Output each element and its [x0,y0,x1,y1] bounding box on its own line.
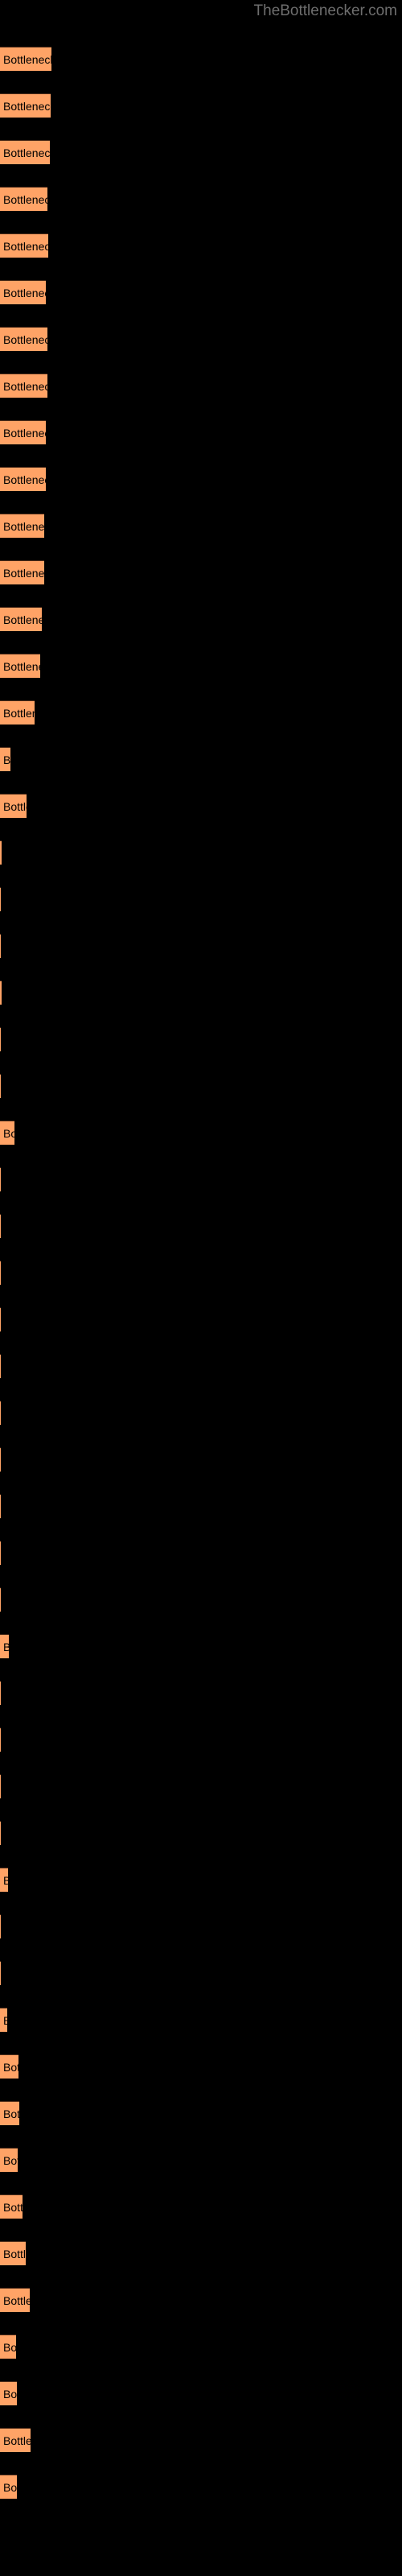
bar[interactable]: Bottleneck result 11 [0,514,44,538]
bar-label: Bottleneck result 35 [3,1635,9,1658]
bar[interactable]: Bottleneck result 9 [0,420,46,444]
bar[interactable]: Bottleneck result 34 [0,1587,1,1612]
bar[interactable]: Bottleneck result 24 [0,1121,14,1145]
bar-label: Bottleneck result 48 [3,2248,26,2260]
bar-label: Bottleneck result 6 [3,287,46,299]
bar[interactable]: Bottleneck result 29 [0,1354,1,1378]
bar[interactable]: Bottleneck result 43 [0,2008,7,2032]
bar[interactable]: Bottleneck result 22 [0,1027,1,1051]
bar[interactable]: Bottleneck result 30 [0,1401,1,1425]
bar[interactable]: Bottleneck result 7 [0,327,47,351]
bar[interactable]: Bottleneck result 3 [0,140,50,164]
bar-label: Bottleneck result 11 [3,520,44,533]
bar-label: Bottleneck result 13 [3,613,42,626]
bar-label: Bottleneck result 44 [3,2061,18,2074]
bar[interactable]: Bottleneck result 21 [0,980,2,1005]
bar[interactable]: Bottleneck result 40 [0,1868,8,1892]
bar[interactable]: Bottleneck result 47 [0,2194,23,2219]
bar[interactable]: Bottleneck result 49 [0,2288,30,2312]
bar[interactable]: Bottleneck result 8 [0,374,47,398]
bar[interactable]: Bottleneck result 1 [0,47,51,71]
bar[interactable]: Bottleneck result 37 [0,1728,1,1752]
bar-label: Bottleneck result 7 [3,333,47,346]
bar-label: Bottleneck result 43 [3,2008,7,2032]
bar-label: Bottleneck result 12 [3,567,44,580]
bar[interactable]: Bottleneck result 17 [0,794,27,818]
bar[interactable]: Bottleneck result 52 [0,2428,31,2452]
bar[interactable]: Bottleneck result 39 [0,1821,1,1845]
bar[interactable]: Bottleneck result 32 [0,1494,1,1518]
bar[interactable]: Bottleneck result 28 [0,1307,1,1331]
bar[interactable]: Bottleneck result 46 [0,2148,18,2172]
bar-label: Bottleneck result 3 [3,147,50,159]
bar[interactable]: Bottleneck result 50 [0,2334,16,2359]
bar-label: Bottleneck result 50 [3,2341,16,2354]
bar[interactable]: Bottleneck result 38 [0,1774,1,1798]
bar[interactable]: Bottleneck result 42 [0,1961,1,1985]
bar-label: Bottleneck result 47 [3,2201,23,2214]
bar[interactable]: Bottleneck result 5 [0,233,48,258]
bar[interactable]: Bottleneck result 19 [0,887,1,911]
bar[interactable]: Bottleneck result 35 [0,1634,9,1658]
bar[interactable]: Bottleneck result 27 [0,1261,1,1285]
bar[interactable]: Bottleneck result 2 [0,93,51,118]
bar-label: Bottleneck result 53 [3,2481,17,2494]
bar[interactable]: Bottleneck result 12 [0,560,44,584]
bar[interactable]: Bottleneck result 33 [0,1541,1,1565]
bar[interactable]: Bottleneck result 25 [0,1167,1,1191]
bar[interactable]: Bottleneck result 23 [0,1074,1,1098]
bar-label: Bottleneck result 14 [3,660,40,673]
bar-label: Bottleneck result 16 [3,753,10,766]
bar-label: Bottleneck result 2 [3,100,51,113]
bar-label: Bottleneck result 46 [3,2154,18,2167]
bar[interactable]: Bottleneck result 51 [0,2381,17,2405]
bar[interactable]: Bottleneck result 6 [0,280,46,304]
bar-label: Bottleneck result 24 [3,1127,14,1140]
bar-label: Bottleneck result 8 [3,380,47,393]
bar[interactable]: Bottleneck result 48 [0,2241,26,2265]
bar-label: Bottleneck result 9 [3,427,46,440]
chart-plot-area: Bottleneck result 1 Bottleneck result 2 Bo… [0,0,402,2576]
bar-label: Bottleneck result 51 [3,2388,17,2401]
bar-label: Bottleneck result 17 [3,800,27,813]
bar[interactable]: Bottleneck result 53 [0,2475,17,2499]
bar[interactable]: Bottleneck result 41 [0,1914,1,1938]
bar[interactable]: Bottleneck result 18 [0,840,2,865]
bar[interactable]: Bottleneck result 26 [0,1214,1,1238]
chart-title: TheBottlenecker.com [253,2,397,19]
bar[interactable]: Bottleneck result 13 [0,607,42,631]
bar-label: Bottleneck result 15 [3,707,35,720]
bar-label: Bottleneck result 45 [3,2107,19,2120]
bar-label: Bottleneck result 52 [3,2434,31,2447]
bar[interactable]: Bottleneck result 20 [0,934,1,958]
bar[interactable]: Bottleneck result 36 [0,1681,1,1705]
bar[interactable]: Bottleneck result 15 [0,700,35,724]
bar-label: Bottleneck result 10 [3,473,46,486]
bar-label: Bottleneck result 5 [3,240,48,253]
bar[interactable]: Bottleneck result 10 [0,467,46,491]
bar[interactable]: Bottleneck result 14 [0,654,40,678]
bar-label: Bottleneck result 40 [3,1868,8,1892]
bar[interactable]: Bottleneck result 4 [0,187,47,211]
bar[interactable]: Bottleneck result 44 [0,2054,18,2079]
bar-label: Bottleneck result 1 [3,53,51,66]
bar-label: Bottleneck result 4 [3,193,47,206]
bar-label: Bottleneck result 49 [3,2294,30,2307]
bottleneck-bar-chart: Bottleneck result 1 Bottleneck result 2 Bo… [0,0,402,2576]
bar[interactable]: Bottleneck result 16 [0,747,10,771]
bar[interactable]: Bottleneck result 31 [0,1447,1,1472]
bar[interactable]: Bottleneck result 45 [0,2101,19,2125]
